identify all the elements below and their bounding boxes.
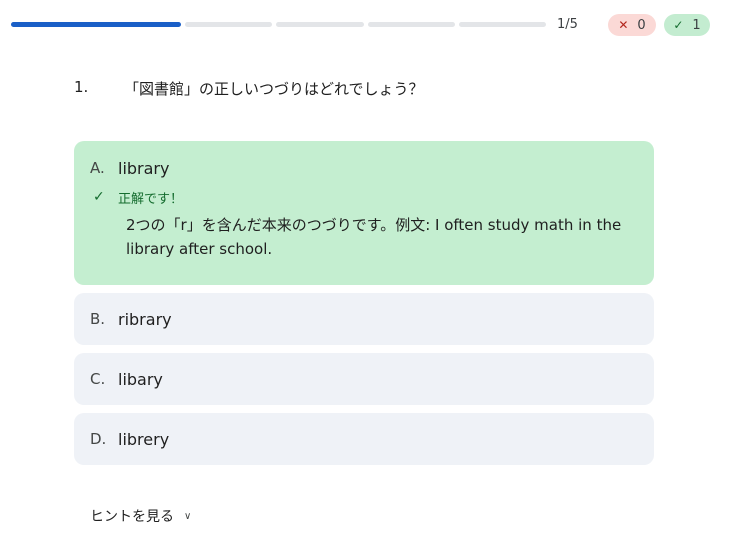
progress-segment-4	[368, 22, 455, 27]
option-letter: A.	[90, 159, 105, 177]
option-letter: D.	[90, 430, 107, 448]
question: 1. 「図書館」の正しいつづりはどれでしょう？	[74, 78, 424, 99]
check-icon: ✓	[93, 189, 105, 205]
option-b[interactable]: B. ribrary	[74, 293, 654, 345]
option-text: libary	[118, 369, 163, 389]
feedback-title: 正解です！	[118, 191, 184, 207]
option-text: ribrary	[118, 309, 172, 329]
correct-count: 1	[692, 17, 701, 33]
progress-bar: 1/5 ✕ 0 ✓ 1	[11, 14, 711, 36]
close-icon: ✕	[618, 18, 629, 32]
show-hint-button[interactable]: ヒントを見る ∨	[90, 506, 191, 526]
quiz-page: 1/5 ✕ 0 ✓ 1 1. 「図書館」の正しいつづりはどれでしょう？ A. l…	[0, 0, 730, 558]
option-c[interactable]: C. libary	[74, 353, 654, 405]
option-text: librery	[118, 429, 170, 449]
correct-count-badge: ✓ 1	[664, 14, 710, 36]
option-d[interactable]: D. librery	[74, 413, 654, 465]
progress-counter: 1/5	[557, 17, 578, 32]
progress-segment-2	[185, 22, 272, 27]
wrong-count-badge: ✕ 0	[608, 14, 656, 36]
option-text: library	[118, 158, 170, 178]
progress-segment-5	[459, 22, 546, 27]
option-a[interactable]: A. library ✓ 正解です！ 2つの「r」を含んだ本来のつづりです。例文…	[74, 141, 654, 285]
question-number: 1.	[74, 78, 89, 96]
option-letter: B.	[90, 310, 106, 328]
hint-label: ヒントを見る	[90, 509, 174, 525]
answer-feedback: ✓ 正解です！ 2つの「r」を含んだ本来のつづりです。例文: I often s…	[90, 187, 638, 261]
chevron-down-icon: ∨	[184, 510, 192, 522]
wrong-count: 0	[637, 17, 646, 33]
progress-segment-1	[11, 22, 181, 27]
check-icon: ✓	[673, 18, 684, 32]
option-letter: C.	[90, 370, 106, 388]
feedback-text: 2つの「r」を含んだ本来のつづりです。例文: I often study mat…	[126, 216, 622, 258]
question-text: 「図書館」の正しいつづりはどれでしょう？	[124, 80, 424, 98]
progress-segment-3	[276, 22, 364, 27]
